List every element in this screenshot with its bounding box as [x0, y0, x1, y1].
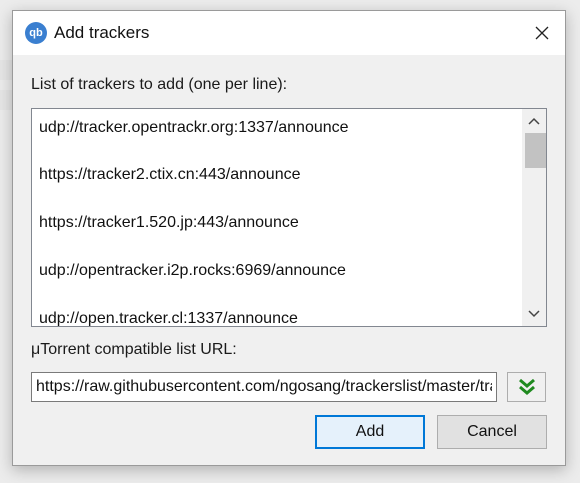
- close-icon: [535, 26, 549, 40]
- add-button[interactable]: Add: [315, 415, 425, 449]
- background-window-strip: [0, 60, 12, 80]
- add-trackers-dialog: qb Add trackers List of trackers to add …: [12, 10, 566, 466]
- scroll-down-button[interactable]: [522, 304, 546, 324]
- title-bar: qb Add trackers: [13, 11, 565, 55]
- trackers-list-label: List of trackers to add (one per line):: [31, 76, 288, 93]
- cancel-button[interactable]: Cancel: [437, 415, 547, 449]
- vertical-scrollbar[interactable]: [522, 109, 546, 326]
- double-chevron-down-icon: [518, 378, 535, 395]
- chevron-up-icon: [528, 117, 540, 125]
- qbittorrent-icon: qb: [25, 22, 47, 44]
- tracker-line: udp://opentracker.i2p.rocks:6969/announc…: [39, 262, 346, 279]
- download-list-button[interactable]: [507, 372, 546, 402]
- scroll-thumb[interactable]: [525, 133, 546, 168]
- url-input[interactable]: [31, 372, 497, 402]
- chevron-down-icon: [528, 310, 540, 318]
- window-title: Add trackers: [54, 23, 150, 42]
- close-button[interactable]: [519, 11, 565, 55]
- trackers-textarea[interactable]: udp://tracker.opentrackr.org:1337/announ…: [31, 108, 547, 327]
- scroll-up-button[interactable]: [522, 111, 546, 131]
- tracker-line: udp://open.tracker.cl:1337/announce: [39, 310, 298, 327]
- tracker-line: udp://tracker.opentrackr.org:1337/announ…: [39, 119, 349, 136]
- url-label: μTorrent compatible list URL:: [31, 341, 237, 358]
- background-window-strip: [0, 90, 12, 110]
- tracker-line: https://tracker2.ctix.cn:443/announce: [39, 166, 301, 183]
- tracker-line: https://tracker1.520.jp:443/announce: [39, 214, 299, 231]
